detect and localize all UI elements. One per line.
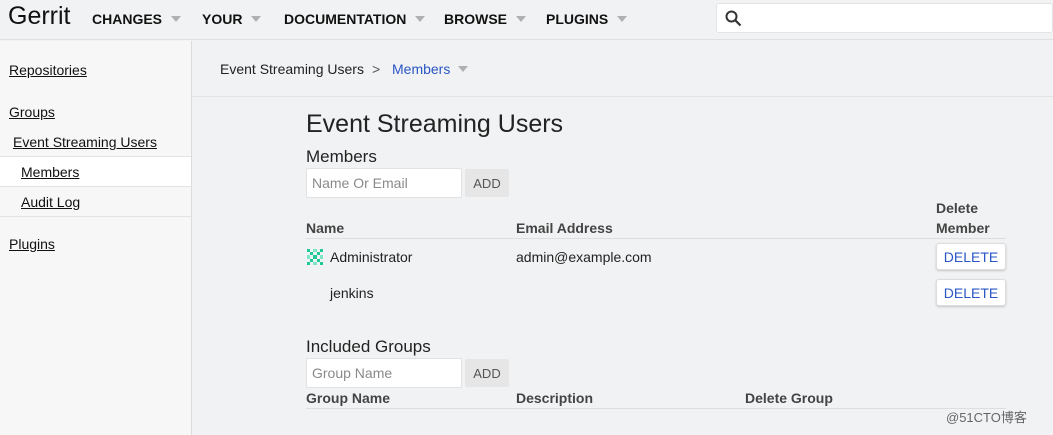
chevron-down-icon	[458, 66, 469, 72]
breadcrumb-current[interactable]: Members	[392, 61, 469, 77]
header-divider	[306, 408, 1006, 409]
sidebar-divider	[0, 186, 191, 187]
delete-member-button[interactable]: DELETE	[936, 243, 1006, 270]
included-groups-heading: Included Groups	[306, 337, 431, 356]
group-name-input[interactable]	[306, 358, 462, 388]
chevron-down-icon	[171, 16, 182, 22]
delete-member-button[interactable]: DELETE	[936, 279, 1006, 306]
breadcrumb: Event Streaming Users > Members	[192, 41, 1053, 97]
column-delete-line1: Delete	[936, 200, 979, 216]
sidebar-item-group[interactable]: Event Streaming Users	[13, 134, 157, 150]
sidebar-item-members[interactable]: Members	[21, 164, 79, 180]
breadcrumb-current-label: Members	[392, 61, 451, 77]
sidebar-item-plugins[interactable]: Plugins	[9, 236, 55, 252]
column-description: Description	[516, 390, 594, 406]
members-heading: Members	[306, 147, 377, 166]
member-email: admin@example.com	[516, 249, 652, 265]
nav-browse[interactable]: BROWSE	[444, 11, 526, 27]
chevron-down-icon	[617, 16, 628, 22]
chevron-down-icon	[516, 16, 526, 22]
sidebar: Repositories Groups Event Streaming User…	[0, 41, 192, 435]
nav-your-label: YOUR	[202, 11, 243, 27]
nav-changes-label: CHANGES	[92, 11, 163, 27]
sidebar-item-audit-log[interactable]: Audit Log	[21, 194, 80, 210]
brand-logo[interactable]: Gerrit	[8, 2, 71, 31]
nav-plugins[interactable]: PLUGINS	[546, 11, 628, 27]
member-name[interactable]: jenkins	[330, 285, 374, 301]
column-group-name: Group Name	[306, 390, 391, 406]
column-email: Email Address	[516, 220, 613, 236]
nav-browse-label: BROWSE	[444, 11, 507, 27]
page-title: Event Streaming Users	[306, 110, 564, 138]
add-member-button[interactable]: ADD	[465, 169, 509, 197]
chevron-down-icon	[251, 16, 262, 22]
nav-your[interactable]: YOUR	[202, 11, 262, 27]
add-group-button[interactable]: ADD	[465, 359, 509, 387]
chevron-right-icon: >	[372, 61, 381, 77]
nav-documentation[interactable]: DOCUMENTATION	[284, 11, 426, 27]
column-delete-line2: Member	[936, 220, 990, 236]
nav-documentation-label: DOCUMENTATION	[284, 11, 407, 27]
sidebar-item-groups[interactable]: Groups	[9, 104, 55, 120]
sidebar-item-repositories[interactable]: Repositories	[9, 62, 87, 78]
member-name[interactable]: Administrator	[330, 249, 412, 265]
avatar	[307, 249, 323, 265]
member-name-input[interactable]	[306, 168, 462, 198]
search-input[interactable]	[716, 3, 1053, 33]
column-delete-group: Delete Group	[745, 390, 833, 406]
breadcrumb-group[interactable]: Event Streaming Users	[220, 61, 364, 77]
header-divider	[306, 238, 1006, 239]
chevron-down-icon	[415, 16, 426, 22]
nav-changes[interactable]: CHANGES	[92, 11, 182, 27]
search-icon	[725, 10, 742, 27]
nav-plugins-label: PLUGINS	[546, 11, 609, 27]
watermark: @51CTO博客	[946, 410, 1027, 425]
sidebar-divider	[0, 216, 191, 217]
main-content: Event Streaming Users Members ADD Name E…	[192, 97, 1053, 435]
column-name: Name	[306, 220, 345, 236]
top-bar: Gerrit CHANGES YOUR DOCUMENTATION BROWSE…	[0, 0, 1053, 40]
